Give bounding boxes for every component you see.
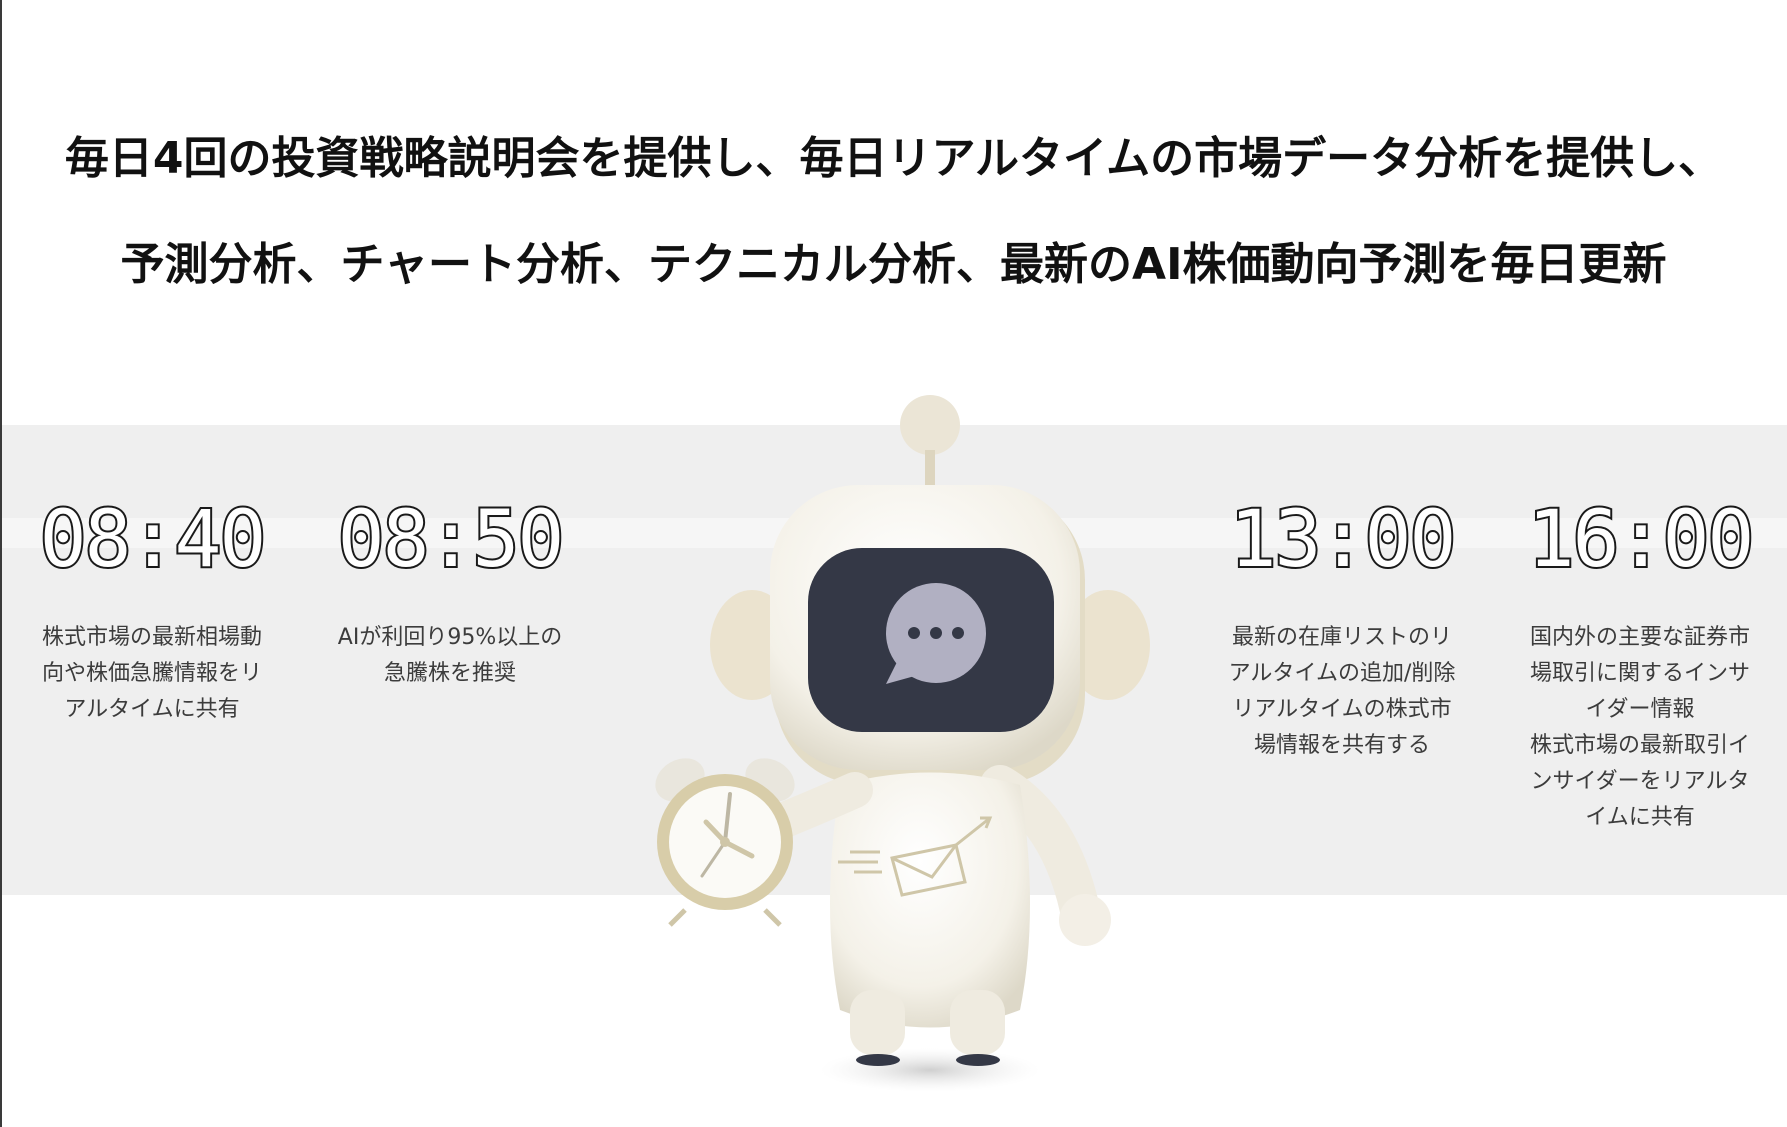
robot-mascot [655,395,1150,1092]
schedule-description: AIが利回り95%以上の 急騰株を推奨 [337,625,563,686]
antenna-ball [900,395,960,455]
time-label: 08:40 [38,495,269,585]
schedule-description: 最新の在庫リストのリ アルタイムの追加/削除 リアルタイムの株式市 場情報を共有… [1228,625,1456,758]
schedule-item-1300: 13:00 最新の在庫リストのリ アルタイムの追加/削除 リアルタイムの株式市 … [1192,495,1492,764]
robot-body [830,772,1030,1028]
time-label: 16:00 [1526,495,1757,585]
schedule-item-1600: 16:00 国内外の主要な証券市 場取引に関するインサ イダー情報 株式市場の最… [1490,495,1787,836]
schedule-item-0840: 08:40 株式市場の最新相場動 向や株価急騰情報をリ アルタイムに共有 [2,495,302,728]
time-label: 08:50 [336,495,567,585]
schedule-description: 株式市場の最新相場動 向や株価急騰情報をリ アルタイムに共有 [41,625,262,722]
schedule-item-0850: 08:50 AIが利回り95%以上の 急騰株を推奨 [300,495,600,692]
headline-line-1: 毎日4回の投資戦略説明会を提供し、毎日リアルタイムの市場データ分析を提供し、 [64,133,1723,184]
time-label: 13:00 [1228,495,1459,585]
schedule-description: 国内外の主要な証券市 場取引に関するインサ イダー情報 株式市場の最新取引イ ン… [1529,625,1750,830]
alarm-clock-icon [655,758,795,927]
headline-line-2: 予測分析、チャート分析、テクニカル分析、最新のAI株価動向予測を毎日更新 [120,239,1667,290]
